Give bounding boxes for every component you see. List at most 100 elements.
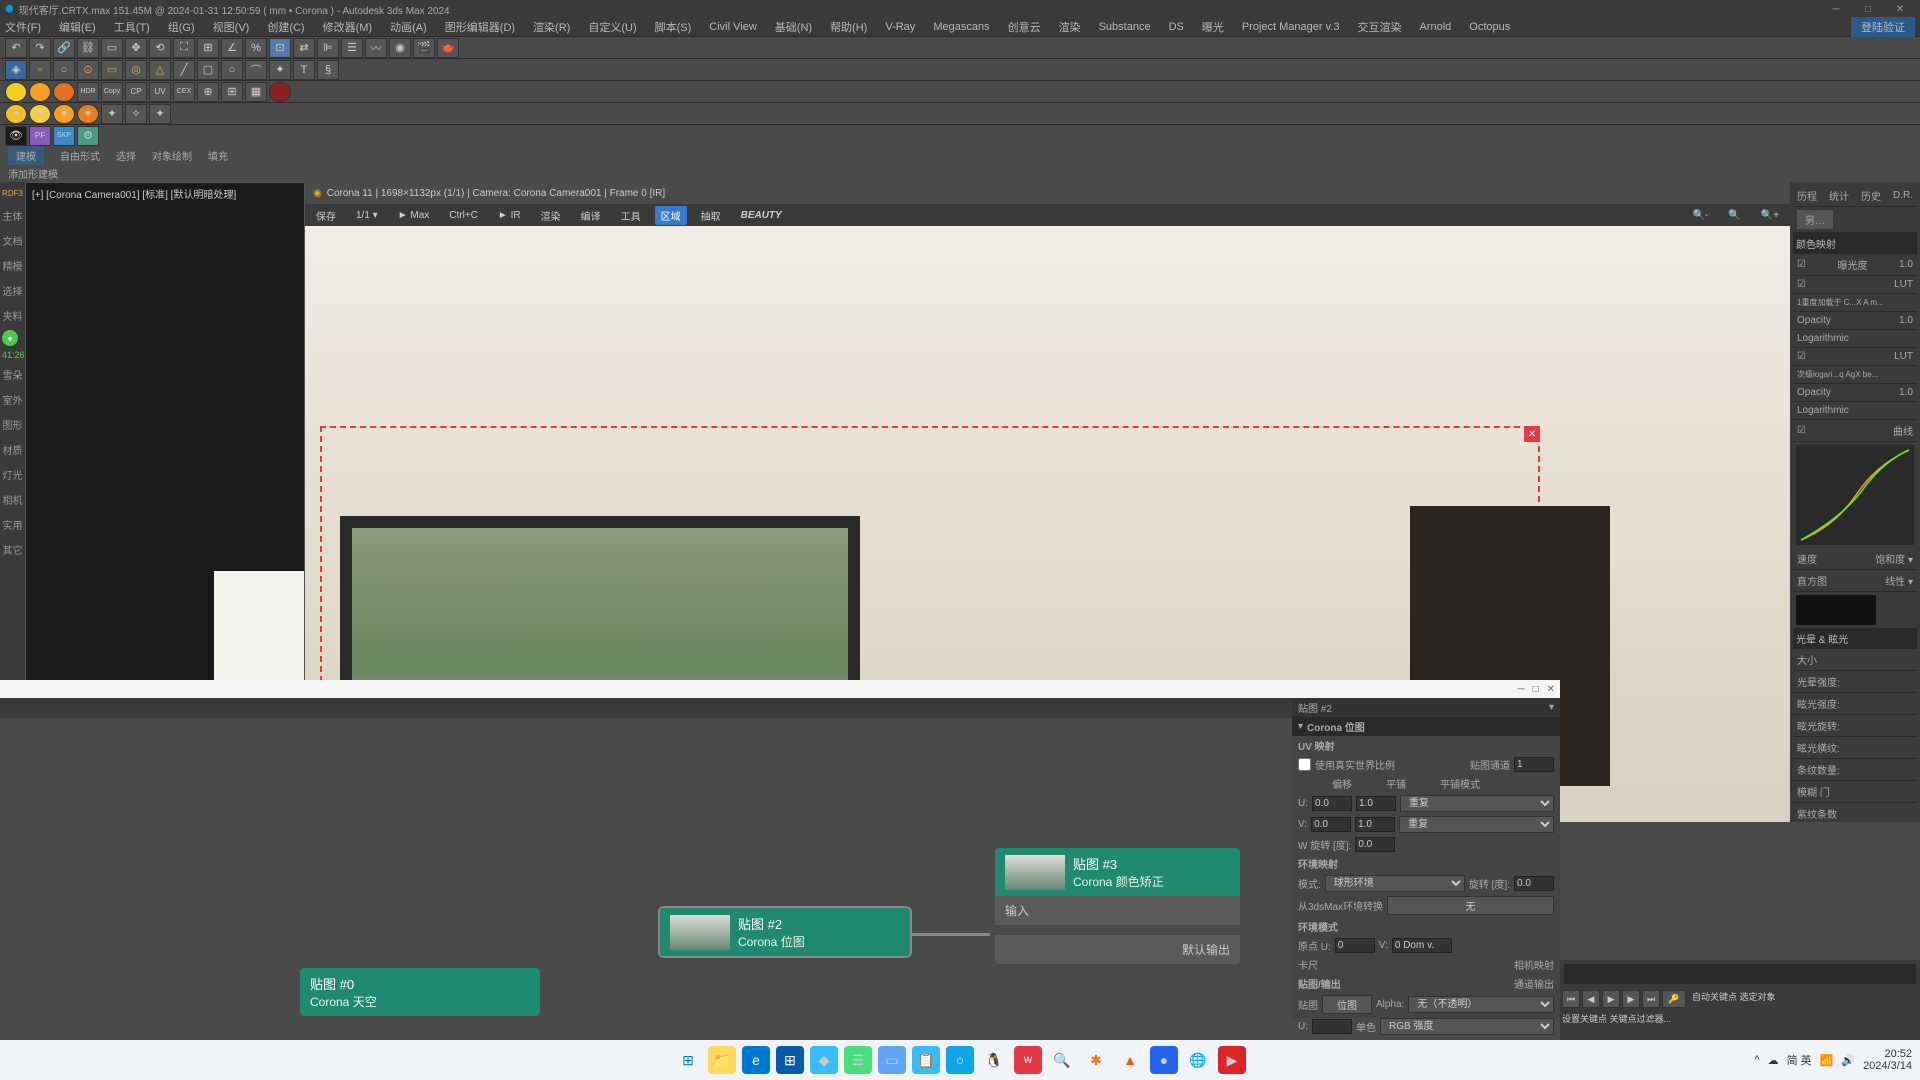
select-button[interactable]: ▭ <box>101 38 123 58</box>
linear-dropdown[interactable]: 线性 ▾ <box>1885 573 1913 588</box>
menu-modifiers[interactable]: 修改器(M) <box>323 19 373 35</box>
eye-icon[interactable]: 👁 <box>5 126 27 146</box>
alpha-select[interactable]: 无（不透明） <box>1408 996 1554 1013</box>
goto-end[interactable]: ⏭ <box>1642 990 1660 1008</box>
tab-history[interactable]: 历史 <box>1861 188 1881 203</box>
green-badge[interactable]: ● <box>2 330 18 346</box>
next-frame[interactable]: ▶ <box>1622 990 1640 1008</box>
cone-primitive[interactable]: △ <box>149 60 171 80</box>
rotate-button[interactable]: ⟲ <box>149 38 171 58</box>
tray-cloud[interactable]: ☁ <box>1768 1054 1779 1067</box>
app-3[interactable]: ▭ <box>878 1046 906 1074</box>
tab-stats[interactable]: 统计 <box>1829 188 1849 203</box>
dark-red[interactable] <box>269 82 291 102</box>
node-minimize[interactable]: ─ <box>1517 684 1524 695</box>
sun-3[interactable]: ☀ <box>53 104 75 124</box>
menu-script[interactable]: 脚本(S) <box>655 19 692 35</box>
left-tab-shape[interactable]: 图形 <box>2 414 23 435</box>
curve-editor-box[interactable] <box>1796 445 1914 545</box>
tray-up[interactable]: ^ <box>1754 1054 1759 1066</box>
move-button[interactable]: ✥ <box>125 38 147 58</box>
from3ds-btn[interactable]: 无 <box>1387 896 1554 915</box>
node-3-output[interactable]: 默认输出 <box>1182 943 1230 957</box>
corona-zoom[interactable]: 1/1 ▾ <box>350 208 384 223</box>
redo-button[interactable]: ↷ <box>29 38 51 58</box>
menu-civil[interactable]: Civil View <box>709 21 756 33</box>
circle-shape[interactable]: ○ <box>221 60 243 80</box>
left-tab-doc[interactable]: 文档 <box>2 230 23 251</box>
u-mode[interactable]: 重复 <box>1400 795 1554 812</box>
sun-4[interactable]: ☀ <box>77 104 99 124</box>
tab-dr[interactable]: D.R. <box>1893 190 1913 201</box>
u-offset[interactable] <box>1312 796 1352 811</box>
corona-zoom-in[interactable]: 🔍+ <box>1755 208 1785 223</box>
scale-button[interactable]: ⛶ <box>173 38 195 58</box>
lut2-check[interactable]: ☑ <box>1797 351 1806 362</box>
menu-base[interactable]: 基础(N) <box>775 19 812 35</box>
sphere-primitive[interactable]: ○ <box>53 60 75 80</box>
pf-button[interactable]: PF <box>29 126 51 146</box>
tray-volume[interactable]: 🔊 <box>1841 1054 1855 1067</box>
left-tab-outdoor[interactable]: 室外 <box>2 389 23 410</box>
skp-button[interactable]: SKP <box>53 126 75 146</box>
left-tab-select[interactable]: 选择 <box>2 280 23 301</box>
exposure-check[interactable]: ☑ <box>1797 259 1806 270</box>
prop-section[interactable]: Corona 位图 <box>1307 719 1365 734</box>
menu-megascans[interactable]: Megascans <box>933 21 989 33</box>
app-5[interactable]: ○ <box>946 1046 974 1074</box>
menu-vray[interactable]: V-Ray <box>885 21 915 33</box>
corona-compile[interactable]: 编译 <box>575 206 607 225</box>
grid-icon[interactable]: ⊞ <box>221 82 243 102</box>
sun-2[interactable]: ☀ <box>29 104 51 124</box>
mono-select[interactable]: RGB 强度 <box>1380 1018 1554 1035</box>
box-primitive[interactable]: ▫ <box>29 60 51 80</box>
create-tab[interactable]: ◈ <box>5 60 27 80</box>
goto-start[interactable]: ⏮ <box>1562 990 1580 1008</box>
copy-button[interactable]: Copy <box>101 82 123 102</box>
origin-v-input[interactable] <box>1392 938 1452 953</box>
sparkle-3[interactable]: ✦ <box>149 104 171 124</box>
wps-icon[interactable]: W <box>1014 1046 1042 1074</box>
use-real-check[interactable] <box>1298 758 1311 771</box>
tab-process[interactable]: 历程 <box>1797 188 1817 203</box>
sub-fill[interactable]: 填充 <box>208 148 228 163</box>
left-tab-clip[interactable]: 夹料 <box>2 305 23 326</box>
corona-save[interactable]: 保存 <box>310 206 342 225</box>
save-button-panel[interactable]: 另… <box>1797 210 1833 229</box>
corona-zoom-fit[interactable]: 🔍 <box>1722 208 1746 223</box>
unlink-button[interactable]: ⛓ <box>77 38 99 58</box>
tray-time[interactable]: 20:52 <box>1863 1048 1912 1060</box>
sub-freeform[interactable]: 自由形式 <box>60 148 100 163</box>
cylinder-primitive[interactable]: ⊙ <box>77 60 99 80</box>
origin-u-input[interactable] <box>1335 938 1375 953</box>
menu-octopus[interactable]: Octopus <box>1469 21 1510 33</box>
region-close[interactable]: ✕ <box>1524 426 1540 442</box>
section-colormap[interactable]: 颜色映射 <box>1793 233 1917 254</box>
tray-date[interactable]: 2024/3/14 <box>1863 1060 1912 1072</box>
menu-arnold[interactable]: Arnold <box>1419 21 1451 33</box>
v-offset[interactable] <box>1311 817 1351 832</box>
torus-primitive[interactable]: ◎ <box>125 60 147 80</box>
mode-select[interactable]: 球形环境 <box>1325 875 1465 892</box>
corona-max[interactable]: ► Max <box>392 208 436 223</box>
left-tab-util[interactable]: 实用 <box>2 514 23 535</box>
rect-shape[interactable]: ▢ <box>197 60 219 80</box>
explorer-icon[interactable]: 📁 <box>708 1046 736 1074</box>
light-2[interactable] <box>29 82 51 102</box>
corona-zoom-out[interactable]: 🔍- <box>1686 208 1714 223</box>
light-3[interactable] <box>53 82 75 102</box>
cube-icon[interactable]: ▦ <box>245 82 267 102</box>
menu-render2[interactable]: 渲染 <box>1059 19 1081 35</box>
node-maximize[interactable]: □ <box>1533 684 1539 695</box>
tray-wifi[interactable]: 📶 <box>1820 1054 1834 1067</box>
prev-frame[interactable]: ◀ <box>1582 990 1600 1008</box>
close-button[interactable]: ✕ <box>1885 1 1915 17</box>
text-shape[interactable]: T <box>293 60 315 80</box>
saturation-dropdown[interactable]: 饱和度 ▾ <box>1875 551 1913 566</box>
snap-button[interactable]: ⊞ <box>197 38 219 58</box>
tile-ch-input[interactable] <box>1514 757 1554 772</box>
menu-render[interactable]: 渲染(R) <box>533 19 570 35</box>
minimize-button[interactable]: ─ <box>1821 1 1851 17</box>
app-7[interactable]: ▲ <box>1116 1046 1144 1074</box>
play-button[interactable]: ▶ <box>1602 990 1620 1008</box>
